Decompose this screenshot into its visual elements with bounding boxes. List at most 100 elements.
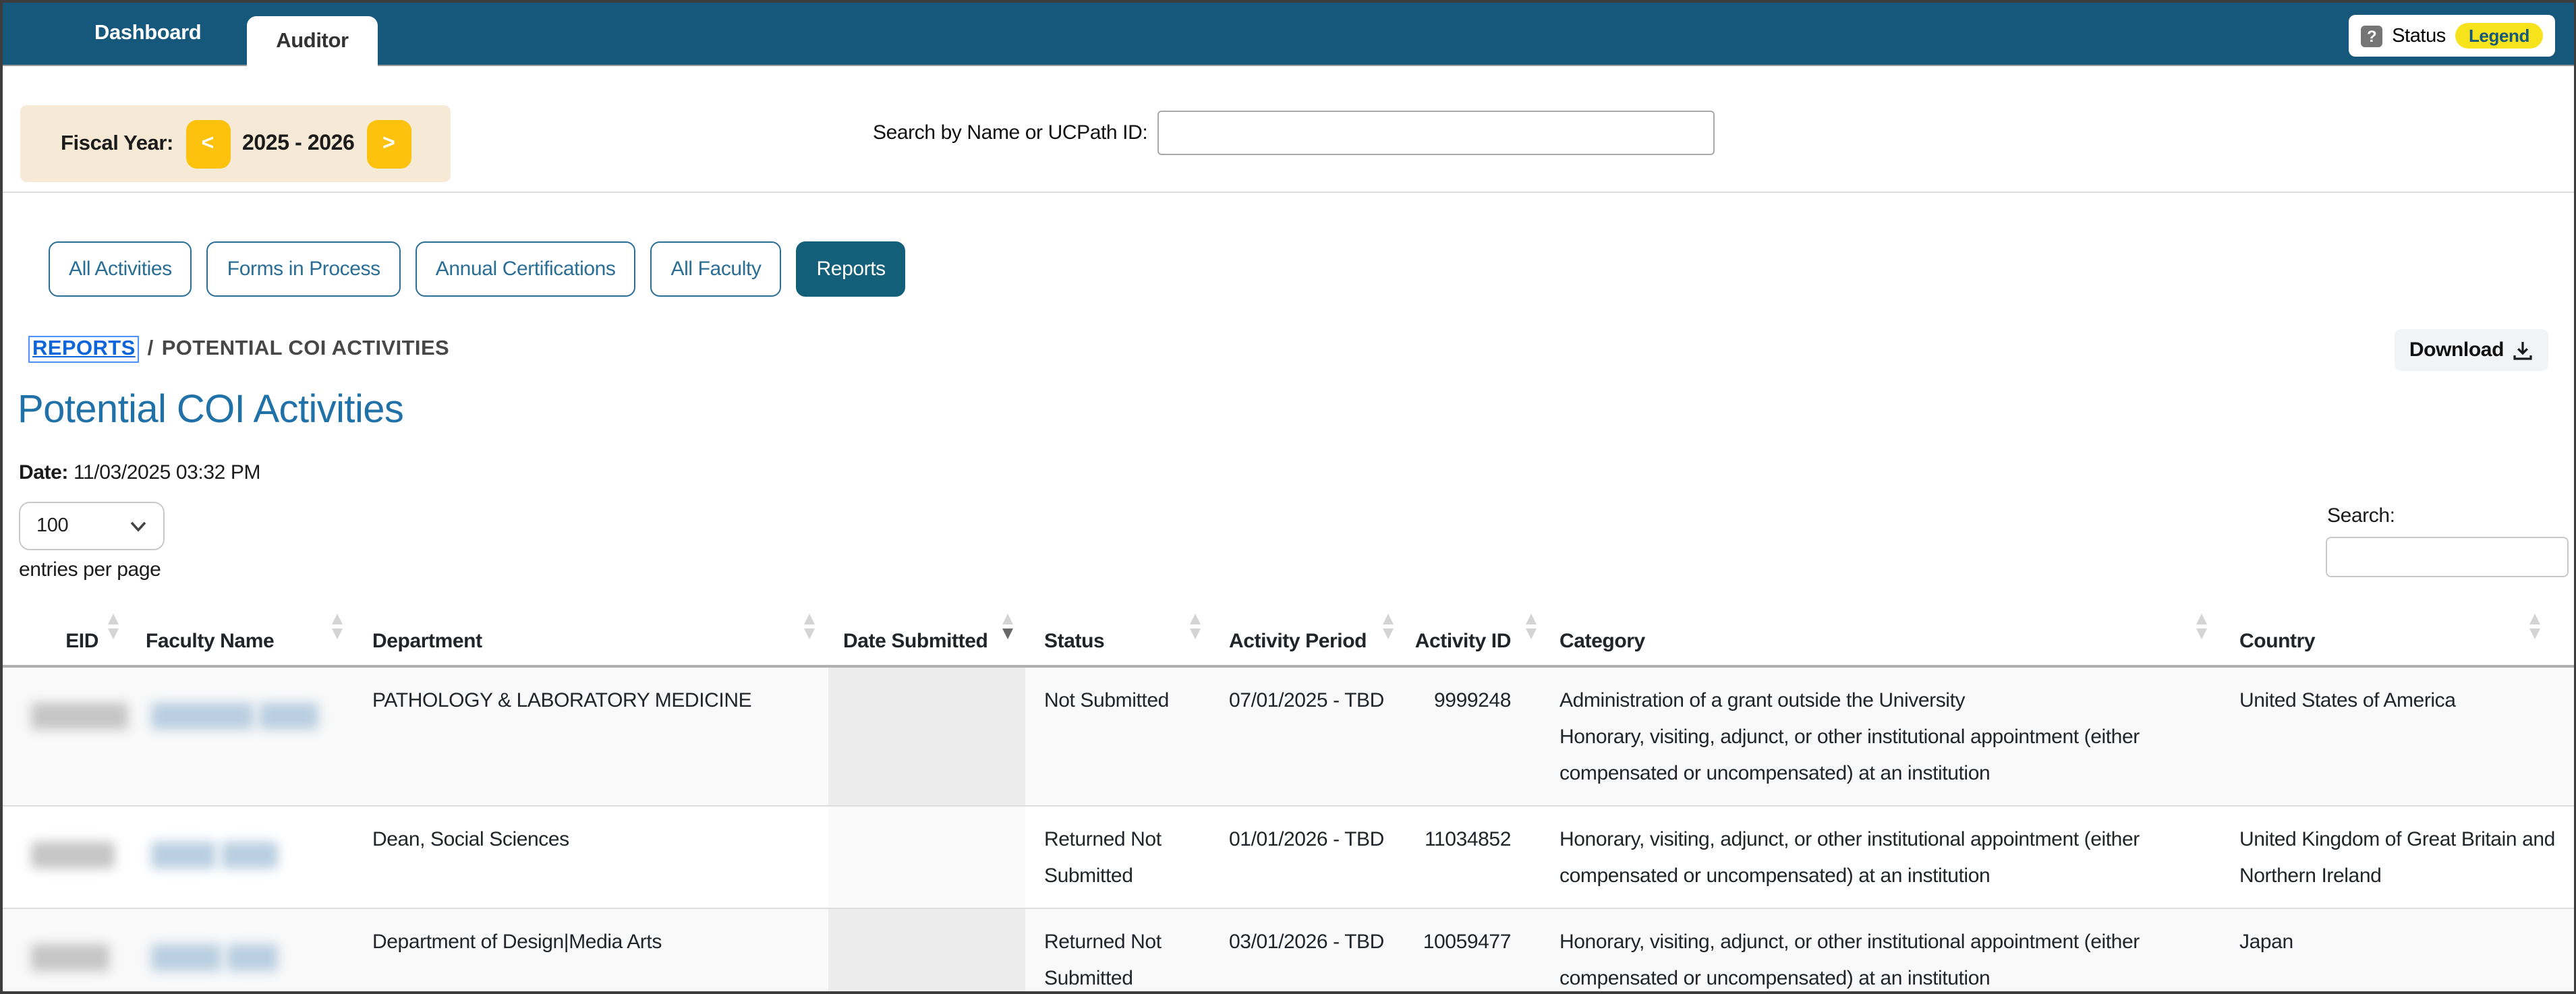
status-cell: Returned Not Submitted bbox=[1025, 807, 1214, 908]
activity-id-cell: 9999248 bbox=[1406, 668, 1545, 805]
activity-period-cell: 01/01/2026 - TBD bbox=[1214, 807, 1406, 908]
redacted-eid bbox=[31, 944, 109, 971]
column-header-country[interactable]: Country bbox=[2222, 593, 2574, 665]
country-cell: Japan bbox=[2222, 909, 2574, 994]
download-icon bbox=[2512, 339, 2534, 361]
table-search-label: Search: bbox=[2327, 504, 2571, 527]
column-header-eid[interactable]: EID bbox=[3, 593, 131, 665]
activity-id-cell: 11034852 bbox=[1406, 807, 1545, 908]
department-cell: Department of Design|Media Arts bbox=[353, 909, 828, 994]
column-header-activity-period[interactable]: Activity Period bbox=[1214, 593, 1406, 665]
column-header-faculty-name[interactable]: Faculty Name bbox=[131, 593, 353, 665]
column-header-activity-id[interactable]: Activity ID bbox=[1406, 593, 1545, 665]
sort-icon bbox=[108, 614, 119, 639]
eid-cell bbox=[3, 909, 131, 994]
category-item: Honorary, visiting, adjunct, or other in… bbox=[1559, 719, 2203, 792]
fiscal-year-value: 2025 - 2026 bbox=[242, 131, 354, 156]
category-item: Honorary, visiting, adjunct, or other in… bbox=[1559, 821, 2203, 894]
activity-id-cell: 10059477 bbox=[1406, 909, 1545, 994]
breadcrumb-current: POTENTIAL COI ACTIVITIES bbox=[162, 337, 449, 361]
sort-descending-icon bbox=[1002, 614, 1013, 639]
sort-icon bbox=[804, 614, 815, 639]
category-cell: Administration of a grant outside the Un… bbox=[1545, 668, 2222, 805]
sort-icon bbox=[2529, 614, 2540, 639]
sort-icon bbox=[1190, 614, 1201, 639]
faculty-name-cell bbox=[131, 909, 353, 994]
entries-per-page-label: entries per page bbox=[19, 558, 161, 581]
tab-forms-in-process[interactable]: Forms in Process bbox=[207, 241, 401, 297]
category-cell: Honorary, visiting, adjunct, or other in… bbox=[1545, 909, 2222, 994]
status-cell: Not Submitted bbox=[1025, 668, 1214, 805]
country-cell: United Kingdom of Great Britain and Nort… bbox=[2222, 807, 2574, 908]
column-header-department[interactable]: Department bbox=[353, 593, 828, 665]
table-row: Department of Design|Media Arts Returned… bbox=[3, 908, 2574, 994]
activity-period-cell: 07/01/2025 - TBD bbox=[1214, 668, 1406, 805]
breadcrumb-reports-link[interactable]: REPORTS bbox=[28, 336, 140, 363]
page-size-select[interactable]: 100 bbox=[19, 502, 165, 550]
table-search-input[interactable] bbox=[2326, 537, 2569, 577]
column-header-date-submitted[interactable]: Date Submitted bbox=[828, 593, 1025, 665]
sort-icon bbox=[2196, 614, 2207, 639]
country-cell: United States of America bbox=[2222, 668, 2574, 805]
fiscal-year-next-button[interactable]: > bbox=[366, 119, 411, 168]
department-cell: PATHOLOGY & LABORATORY MEDICINE bbox=[353, 668, 828, 805]
section-divider bbox=[3, 192, 2574, 193]
report-date-label: Date: bbox=[19, 461, 68, 484]
report-date: Date: 11/03/2025 03:32 PM bbox=[19, 461, 260, 484]
department-cell: Dean, Social Sciences bbox=[353, 807, 828, 908]
app-window: Dashboard Auditor ? Status Legend Fiscal… bbox=[0, 0, 2576, 994]
faculty-name-link-redacted[interactable] bbox=[151, 703, 353, 730]
download-button[interactable]: Download bbox=[2395, 329, 2548, 371]
status-label: Status bbox=[2392, 25, 2446, 47]
category-item: Honorary, visiting, adjunct, or other in… bbox=[1559, 924, 2203, 994]
tab-dashboard[interactable]: Dashboard bbox=[94, 3, 201, 65]
ucpath-search-input[interactable] bbox=[1157, 111, 1714, 155]
date-submitted-cell bbox=[828, 668, 1025, 805]
table-row: Dean, Social Sciences Returned Not Submi… bbox=[3, 805, 2574, 908]
report-date-value: 11/03/2025 03:32 PM bbox=[74, 461, 260, 484]
download-label: Download bbox=[2409, 339, 2504, 361]
table-body: PATHOLOGY & LABORATORY MEDICINE Not Subm… bbox=[3, 668, 2574, 994]
faculty-name-cell bbox=[131, 668, 353, 805]
tab-reports[interactable]: Reports bbox=[797, 241, 906, 297]
date-submitted-cell bbox=[828, 909, 1025, 994]
category-cell: Honorary, visiting, adjunct, or other in… bbox=[1545, 807, 2222, 908]
tab-all-activities[interactable]: All Activities bbox=[49, 241, 192, 297]
redacted-eid bbox=[31, 703, 128, 730]
redacted-eid bbox=[31, 842, 115, 869]
eid-cell bbox=[3, 807, 131, 908]
status-legend-button[interactable]: ? Status Legend bbox=[2349, 15, 2555, 57]
table-header: EID Faculty Name Department Date Submitt… bbox=[3, 593, 2574, 668]
fiscal-year-selector: Fiscal Year: < 2025 - 2026 > bbox=[20, 105, 451, 182]
fiscal-year-label: Fiscal Year: bbox=[61, 131, 173, 156]
activity-period-cell: 03/01/2026 - TBD bbox=[1214, 909, 1406, 994]
date-submitted-cell bbox=[828, 807, 1025, 908]
legend-badge: Legend bbox=[2455, 23, 2543, 49]
eid-cell bbox=[3, 668, 131, 805]
help-icon: ? bbox=[2361, 25, 2382, 47]
tab-auditor[interactable]: Auditor bbox=[247, 16, 378, 66]
breadcrumb: REPORTS / POTENTIAL COI ACTIVITIES bbox=[28, 336, 449, 363]
tab-all-faculty[interactable]: All Faculty bbox=[651, 241, 782, 297]
page-size-value: 100 bbox=[36, 515, 68, 537]
breadcrumb-separator: / bbox=[148, 337, 154, 361]
faculty-name-link-redacted[interactable] bbox=[151, 944, 353, 971]
category-item: Administration of a grant outside the Un… bbox=[1559, 682, 2203, 719]
column-header-category[interactable]: Category bbox=[1545, 593, 2222, 665]
page-title: Potential COI Activities bbox=[18, 388, 403, 433]
fiscal-year-prev-button[interactable]: < bbox=[185, 119, 230, 168]
faculty-name-cell bbox=[131, 807, 353, 908]
page: Dashboard Auditor ? Status Legend Fiscal… bbox=[0, 0, 2576, 994]
view-tab-bar: All Activities Forms in Process Annual C… bbox=[49, 241, 906, 297]
sort-icon bbox=[332, 614, 343, 639]
top-navigation-bar: Dashboard Auditor ? Status Legend bbox=[3, 3, 2574, 66]
ucpath-search-label: Search by Name or UCPath ID: bbox=[873, 121, 1147, 144]
chevron-down-icon bbox=[130, 520, 147, 532]
status-cell: Returned Not Submitted bbox=[1025, 909, 1214, 994]
sort-icon bbox=[1383, 614, 1394, 639]
column-header-status[interactable]: Status bbox=[1025, 593, 1214, 665]
tab-annual-certifications[interactable]: Annual Certifications bbox=[416, 241, 636, 297]
faculty-name-link-redacted[interactable] bbox=[151, 842, 353, 869]
table-row: PATHOLOGY & LABORATORY MEDICINE Not Subm… bbox=[3, 668, 2574, 805]
sort-icon bbox=[1526, 614, 1537, 639]
